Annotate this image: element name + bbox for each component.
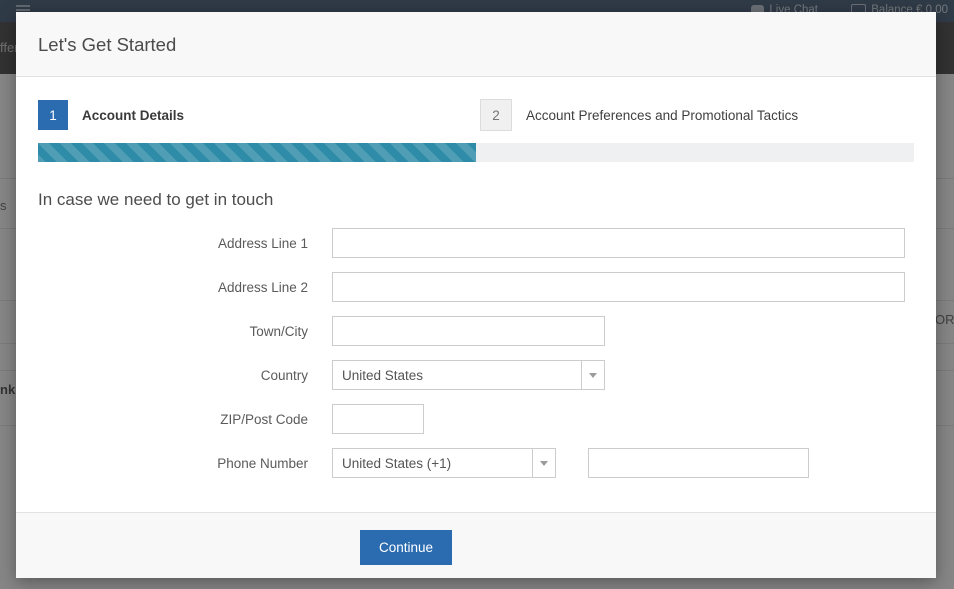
progress-track xyxy=(38,143,914,162)
get-started-modal: Let's Get Started 1 Account Details 2 Ac… xyxy=(16,12,936,578)
form-row-phone-number: Phone Number United States (+1) xyxy=(38,448,914,478)
step-number-badge: 1 xyxy=(38,100,68,130)
country-control: United States xyxy=(332,360,605,390)
phone-number-input[interactable] xyxy=(588,448,809,478)
zip-post-code-input[interactable] xyxy=(332,404,424,434)
phone-country-code-value: United States (+1) xyxy=(342,455,452,471)
step-indicator: 1 Account Details 2 Account Preferences … xyxy=(16,77,936,131)
address-line-2-control xyxy=(332,272,905,302)
form-row-address-line-1: Address Line 1 xyxy=(38,228,914,258)
zip-post-code-label: ZIP/Post Code xyxy=(220,411,308,427)
phone-number-control: United States (+1) xyxy=(332,448,809,478)
form-row-address-line-2: Address Line 2 xyxy=(38,272,914,302)
country-label: Country xyxy=(260,367,308,383)
address-line-1-input[interactable] xyxy=(332,228,905,258)
modal-header: Let's Get Started xyxy=(16,12,936,77)
town-city-input[interactable] xyxy=(332,316,605,346)
step-number-badge: 2 xyxy=(480,99,512,131)
chevron-down-icon[interactable] xyxy=(581,361,604,389)
form-row-town-city: Town/City xyxy=(38,316,914,346)
step-label: Account Preferences and Promotional Tact… xyxy=(526,107,799,123)
country-select[interactable]: United States xyxy=(332,360,605,390)
modal-footer: Continue xyxy=(16,512,936,578)
form-section-heading: In case we need to get in touch xyxy=(38,190,274,209)
town-city-control xyxy=(332,316,605,346)
modal-title: Let's Get Started xyxy=(38,34,177,55)
form-row-country: Country United States xyxy=(38,360,914,390)
address-line-1-label: Address Line 1 xyxy=(217,235,308,251)
contact-details-form: Address Line 1 Address Line 2 Town/City … xyxy=(16,210,936,512)
address-line-2-label: Address Line 2 xyxy=(217,279,308,295)
country-selected-value: United States xyxy=(342,367,424,383)
phone-country-code-select[interactable]: United States (+1) xyxy=(332,448,556,478)
address-line-1-control xyxy=(332,228,905,258)
zip-post-code-control xyxy=(332,404,424,434)
modal-body: 1 Account Details 2 Account Preferences … xyxy=(16,77,936,512)
address-line-2-input[interactable] xyxy=(332,272,905,302)
step-account-preferences[interactable]: 2 Account Preferences and Promotional Ta… xyxy=(480,99,798,131)
phone-number-label: Phone Number xyxy=(217,455,308,471)
progress-fill xyxy=(38,143,476,162)
continue-button[interactable]: Continue xyxy=(360,530,453,565)
step-label: Account Details xyxy=(82,107,185,123)
chevron-down-icon[interactable] xyxy=(532,449,555,477)
step-account-details[interactable]: 1 Account Details xyxy=(38,99,480,131)
town-city-label: Town/City xyxy=(249,323,308,339)
form-row-zip-post-code: ZIP/Post Code xyxy=(38,404,914,434)
